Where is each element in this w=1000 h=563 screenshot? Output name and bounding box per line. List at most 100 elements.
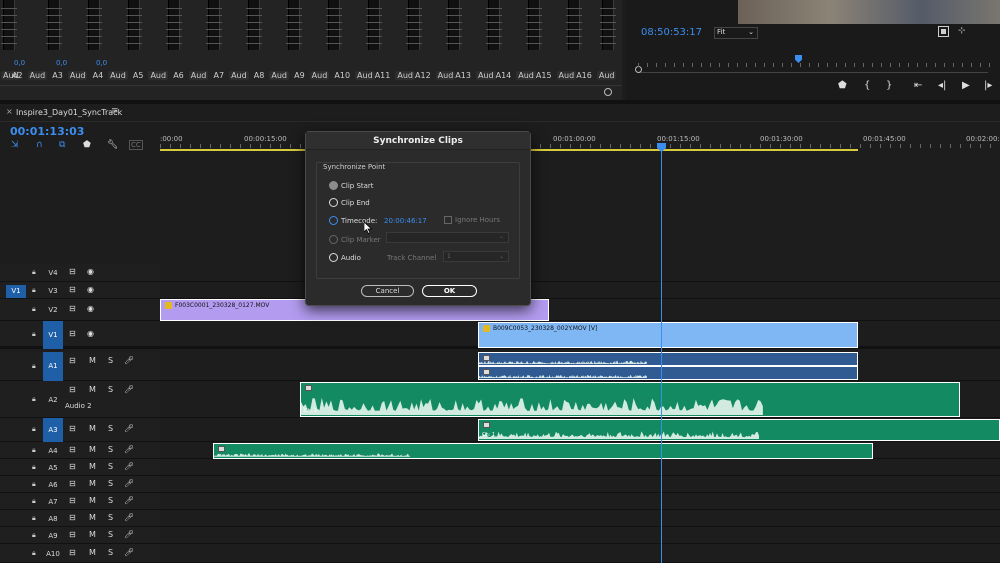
v1-clip[interactable]: B009C0053_230328_002Y.MOV [V] [478, 322, 858, 348]
time-ruler[interactable]: :00:0000:00:15:0000:00:30:0000:00:45:000… [160, 130, 1000, 154]
source-patch-v1[interactable]: V1 [6, 284, 26, 298]
zoom-select[interactable]: Fit ⌄ [714, 27, 758, 39]
microphone-icon[interactable]: 🎤︎ [124, 385, 134, 394]
microphone-icon[interactable]: 🎤︎ [124, 496, 134, 505]
channel-fader[interactable] [566, 0, 582, 50]
track-target-toggle[interactable]: V1 [43, 321, 63, 349]
eye-icon[interactable]: ◉ [87, 285, 94, 294]
sync-lock-icon[interactable]: ⊟ [69, 530, 76, 539]
mute-button[interactable]: M [89, 496, 96, 505]
track-target-toggle[interactable]: A1 [43, 352, 63, 381]
microphone-icon[interactable]: 🎤︎ [124, 548, 134, 557]
lock-icon[interactable]: 🔒︎ [32, 395, 36, 404]
track-target-toggle[interactable]: A8 [43, 513, 63, 525]
sync-lock-icon[interactable]: ⊟ [69, 462, 76, 471]
solo-button[interactable]: S [108, 356, 113, 365]
lock-icon[interactable]: 🔒︎ [32, 480, 36, 489]
microphone-icon[interactable]: 🎤︎ [124, 513, 134, 522]
lock-icon[interactable]: 🔒︎ [32, 362, 36, 371]
lock-icon[interactable]: 🔒︎ [32, 446, 36, 455]
sync-lock-icon[interactable]: ⊟ [69, 304, 76, 313]
nest-icon[interactable]: ⇲ [11, 140, 19, 150]
lock-icon[interactable]: 🔒︎ [32, 330, 36, 339]
channel-fader[interactable] [446, 0, 462, 50]
mark-out-icon[interactable]: } [886, 80, 892, 91]
track-channel-select[interactable]: 1 ⌄ [443, 251, 509, 262]
ignore-hours-checkbox[interactable]: Ignore Hours [444, 216, 500, 224]
channel-fader[interactable] [206, 0, 222, 50]
timecode-value-field[interactable]: 20:00:46:17 [384, 217, 427, 225]
eye-icon[interactable]: ◉ [87, 267, 94, 276]
sync-lock-icon[interactable]: ⊟ [69, 513, 76, 522]
captions-icon[interactable]: CC [129, 140, 143, 150]
microphone-icon[interactable]: 🎤︎ [124, 445, 134, 454]
track-target-toggle[interactable]: A4 [43, 445, 63, 457]
clip-end-radio[interactable]: Clip End [329, 198, 370, 207]
solo-button[interactable]: S [108, 513, 113, 522]
a4-clip[interactable] [213, 443, 873, 459]
solo-button[interactable]: S [108, 479, 113, 488]
channel-fader[interactable] [486, 0, 502, 50]
wrench-icon[interactable]: ⊹ [958, 26, 966, 36]
close-icon[interactable]: × [6, 107, 13, 116]
mute-button[interactable]: M [89, 385, 96, 394]
sync-lock-icon[interactable]: ⊟ [69, 267, 76, 276]
play-icon[interactable]: ▶ [962, 80, 970, 91]
microphone-icon[interactable]: 🎤︎ [124, 462, 134, 471]
settings-icon[interactable] [938, 26, 949, 37]
step-forward-icon[interactable]: |▸ [984, 80, 992, 91]
microphone-icon[interactable]: 🎤︎ [124, 530, 134, 539]
mute-button[interactable]: M [89, 445, 96, 454]
track-target-toggle[interactable]: A6 [43, 479, 63, 491]
channel-fader[interactable] [526, 0, 542, 50]
track-target-toggle[interactable]: A2 [43, 394, 63, 406]
mute-button[interactable]: M [89, 462, 96, 471]
channel-fader[interactable] [46, 0, 62, 50]
channel-fader[interactable] [166, 0, 182, 50]
solo-button[interactable]: S [108, 385, 113, 394]
sync-lock-icon[interactable]: ⊟ [69, 496, 76, 505]
channel-fader[interactable] [286, 0, 302, 50]
cancel-button[interactable]: Cancel [361, 285, 414, 297]
clip-marker-select[interactable]: ⌄ [386, 232, 509, 243]
mute-button[interactable]: M [89, 530, 96, 539]
solo-button[interactable]: S [108, 496, 113, 505]
lock-icon[interactable]: 🔒︎ [32, 531, 36, 540]
snap-icon[interactable]: ∩ [36, 140, 43, 150]
mute-button[interactable]: M [89, 424, 96, 433]
mark-in-icon[interactable]: { [864, 80, 870, 91]
go-to-in-icon[interactable]: ⇤ [914, 80, 922, 91]
track-target-toggle[interactable]: V4 [43, 267, 63, 279]
channel-fader[interactable] [326, 0, 342, 50]
panel-menu-icon[interactable]: ≡ [111, 106, 119, 116]
lock-icon[interactable]: 🔒︎ [32, 463, 36, 472]
lock-icon[interactable]: 🔒︎ [32, 514, 36, 523]
sync-lock-icon[interactable]: ⊟ [69, 329, 76, 338]
clip-marker-radio[interactable]: Clip Marker [329, 235, 381, 244]
sync-lock-icon[interactable]: ⊟ [69, 548, 76, 557]
track-target-toggle[interactable]: V2 [43, 304, 63, 316]
mute-button[interactable]: M [89, 479, 96, 488]
track-target-toggle[interactable]: A7 [43, 496, 63, 508]
scrubber-start-handle[interactable] [635, 66, 642, 73]
clip-start-radio[interactable]: Clip Start [329, 181, 374, 190]
microphone-icon[interactable]: 🎤︎ [124, 479, 134, 488]
solo-button[interactable]: S [108, 548, 113, 557]
track-target-toggle[interactable]: A3 [43, 418, 63, 442]
lock-icon[interactable]: 🔒︎ [32, 549, 36, 558]
program-timecode[interactable]: 08:50:53:17 [641, 27, 702, 38]
eye-icon[interactable]: ◉ [87, 329, 94, 338]
sync-lock-icon[interactable]: ⊟ [69, 385, 76, 394]
ok-button[interactable]: OK [422, 285, 477, 297]
scroll-handle[interactable] [604, 88, 612, 96]
mixer-scrollbar[interactable] [0, 85, 622, 96]
timeline-timecode[interactable]: 00:01:13:03 [10, 125, 84, 138]
a1-clip-ch2[interactable] [478, 366, 858, 380]
track-target-toggle[interactable]: V3 [43, 285, 63, 297]
lock-icon[interactable]: 🔒︎ [32, 425, 36, 434]
channel-fader[interactable] [246, 0, 262, 50]
step-back-icon[interactable]: ◂| [938, 80, 946, 91]
channel-fader[interactable] [126, 0, 142, 50]
solo-button[interactable]: S [108, 462, 113, 471]
sync-lock-icon[interactable]: ⊟ [69, 356, 76, 365]
